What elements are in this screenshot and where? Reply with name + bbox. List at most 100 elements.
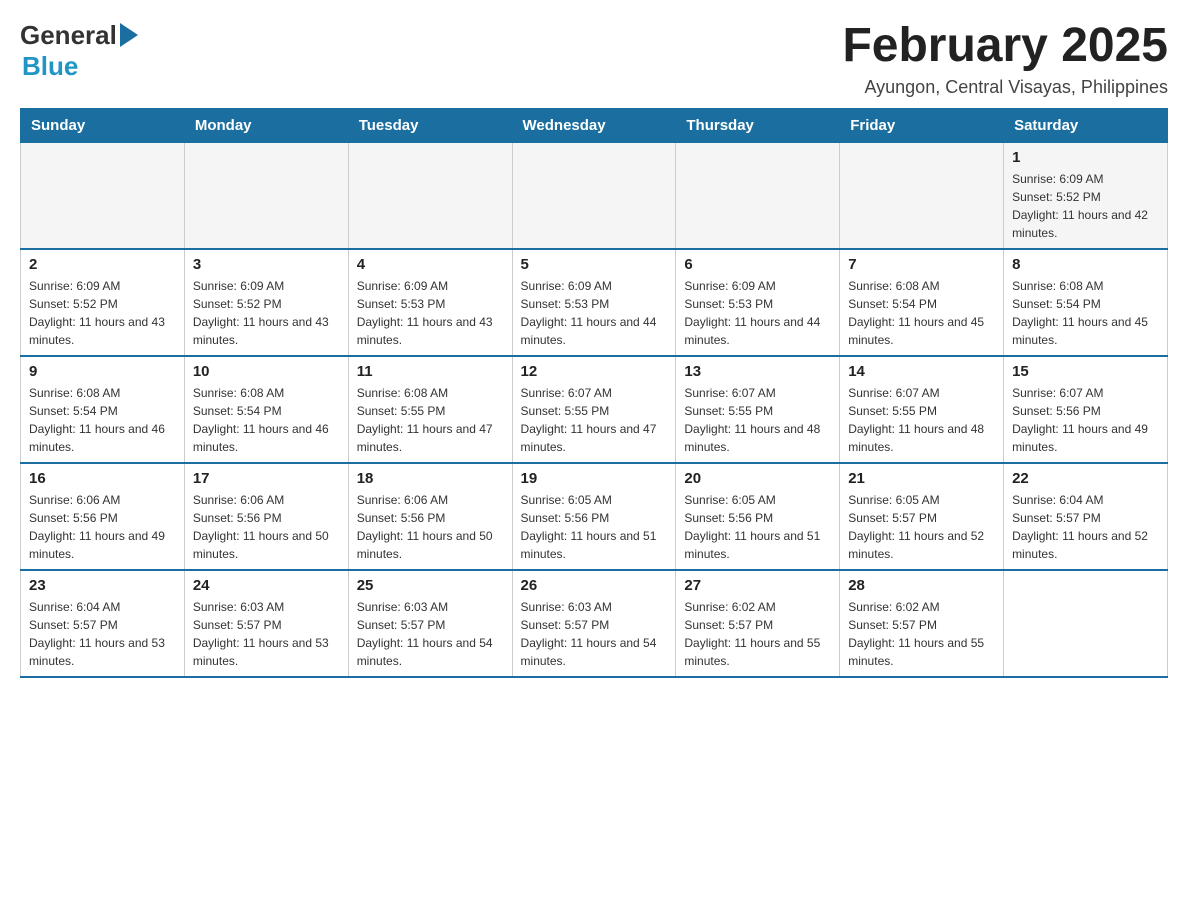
calendar-week-1: 1 Sunrise: 6:09 AM Sunset: 5:52 PM Daylig… (21, 142, 1168, 249)
day-info: Sunrise: 6:06 AM Sunset: 5:56 PM Dayligh… (29, 491, 176, 563)
day-number: 23 (29, 577, 176, 594)
location-title: Ayungon, Central Visayas, Philippines (842, 77, 1168, 98)
calendar-cell: 8 Sunrise: 6:08 AM Sunset: 5:54 PM Daylig… (1004, 249, 1168, 356)
day-number: 28 (848, 577, 995, 594)
day-info: Sunrise: 6:08 AM Sunset: 5:54 PM Dayligh… (193, 384, 340, 456)
calendar-cell: 9 Sunrise: 6:08 AM Sunset: 5:54 PM Daylig… (21, 356, 185, 463)
calendar-cell: 22Sunrise: 6:04 AM Sunset: 5:57 PM Dayli… (1004, 463, 1168, 570)
title-block: February 2025 Ayungon, Central Visayas, … (842, 20, 1168, 98)
day-number: 3 (193, 256, 340, 273)
calendar-cell: 15 Sunrise: 6:07 AM Sunset: 5:56 PM Dayli… (1004, 356, 1168, 463)
day-number: 25 (357, 577, 504, 594)
calendar-cell: 6 Sunrise: 6:09 AM Sunset: 5:53 PM Daylig… (676, 249, 840, 356)
calendar-cell (676, 142, 840, 249)
day-info: Sunrise: 6:06 AM Sunset: 5:56 PM Dayligh… (193, 491, 340, 563)
day-number: 15 (1012, 363, 1159, 380)
day-number: 27 (684, 577, 831, 594)
logo-blue-text: Blue (22, 51, 78, 81)
day-number: 16 (29, 470, 176, 487)
day-number: 8 (1012, 256, 1159, 273)
calendar-cell: 3 Sunrise: 6:09 AM Sunset: 5:52 PM Daylig… (184, 249, 348, 356)
calendar-cell: 26 Sunrise: 6:03 AM Sunset: 5:57 PM Dayli… (512, 570, 676, 677)
month-title: February 2025 (842, 20, 1168, 73)
day-number: 17 (193, 470, 340, 487)
calendar-week-3: 9 Sunrise: 6:08 AM Sunset: 5:54 PM Daylig… (21, 356, 1168, 463)
calendar-header-row: SundayMondayTuesdayWednesdayThursdayFrid… (21, 108, 1168, 142)
calendar-cell: 2 Sunrise: 6:09 AM Sunset: 5:52 PM Daylig… (21, 249, 185, 356)
day-info: Sunrise: 6:08 AM Sunset: 5:55 PM Dayligh… (357, 384, 504, 456)
calendar-cell (348, 142, 512, 249)
day-number: 1 (1012, 149, 1159, 166)
day-number: 7 (848, 256, 995, 273)
calendar-cell: 25 Sunrise: 6:03 AM Sunset: 5:57 PM Dayli… (348, 570, 512, 677)
day-info: Sunrise: 6:04 AM Sunset: 5:57 PM Dayligh… (29, 598, 176, 670)
day-info: Sunrise: 6:05 AM Sunset: 5:56 PM Dayligh… (684, 491, 831, 563)
calendar-cell (512, 142, 676, 249)
calendar-cell: 17 Sunrise: 6:06 AM Sunset: 5:56 PM Dayli… (184, 463, 348, 570)
day-number: 13 (684, 363, 831, 380)
calendar-table: SundayMondayTuesdayWednesdayThursdayFrid… (20, 108, 1168, 678)
day-number: 24 (193, 577, 340, 594)
calendar-cell: 4Sunrise: 6:09 AM Sunset: 5:53 PM Daylig… (348, 249, 512, 356)
calendar-cell: 18Sunrise: 6:06 AM Sunset: 5:56 PM Dayli… (348, 463, 512, 570)
day-header-saturday: Saturday (1004, 108, 1168, 142)
day-info: Sunrise: 6:04 AM Sunset: 5:57 PM Dayligh… (1012, 491, 1159, 563)
day-number: 2 (29, 256, 176, 273)
page-header: General Blue February 2025 Ayungon, Cent… (20, 20, 1168, 98)
day-number: 19 (521, 470, 668, 487)
calendar-cell: 19Sunrise: 6:05 AM Sunset: 5:56 PM Dayli… (512, 463, 676, 570)
day-number: 26 (521, 577, 668, 594)
calendar-cell: 28 Sunrise: 6:02 AM Sunset: 5:57 PM Dayli… (840, 570, 1004, 677)
day-info: Sunrise: 6:05 AM Sunset: 5:57 PM Dayligh… (848, 491, 995, 563)
day-number: 5 (521, 256, 668, 273)
day-info: Sunrise: 6:02 AM Sunset: 5:57 PM Dayligh… (684, 598, 831, 670)
calendar-cell: 24 Sunrise: 6:03 AM Sunset: 5:57 PM Dayli… (184, 570, 348, 677)
calendar-cell: 1 Sunrise: 6:09 AM Sunset: 5:52 PM Daylig… (1004, 142, 1168, 249)
calendar-cell: 20 Sunrise: 6:05 AM Sunset: 5:56 PM Dayli… (676, 463, 840, 570)
calendar-cell: 7Sunrise: 6:08 AM Sunset: 5:54 PM Daylig… (840, 249, 1004, 356)
day-info: Sunrise: 6:09 AM Sunset: 5:53 PM Dayligh… (521, 277, 668, 349)
day-info: Sunrise: 6:09 AM Sunset: 5:52 PM Dayligh… (29, 277, 176, 349)
calendar-cell (184, 142, 348, 249)
calendar-cell: 21Sunrise: 6:05 AM Sunset: 5:57 PM Dayli… (840, 463, 1004, 570)
day-info: Sunrise: 6:07 AM Sunset: 5:55 PM Dayligh… (848, 384, 995, 456)
day-info: Sunrise: 6:09 AM Sunset: 5:53 PM Dayligh… (684, 277, 831, 349)
day-header-tuesday: Tuesday (348, 108, 512, 142)
day-info: Sunrise: 6:08 AM Sunset: 5:54 PM Dayligh… (1012, 277, 1159, 349)
day-header-friday: Friday (840, 108, 1004, 142)
day-info: Sunrise: 6:09 AM Sunset: 5:52 PM Dayligh… (1012, 170, 1159, 242)
calendar-week-4: 16 Sunrise: 6:06 AM Sunset: 5:56 PM Dayli… (21, 463, 1168, 570)
day-info: Sunrise: 6:02 AM Sunset: 5:57 PM Dayligh… (848, 598, 995, 670)
day-number: 12 (521, 363, 668, 380)
calendar-cell: 16 Sunrise: 6:06 AM Sunset: 5:56 PM Dayli… (21, 463, 185, 570)
day-number: 6 (684, 256, 831, 273)
day-header-sunday: Sunday (21, 108, 185, 142)
day-info: Sunrise: 6:03 AM Sunset: 5:57 PM Dayligh… (521, 598, 668, 670)
day-number: 14 (848, 363, 995, 380)
day-number: 20 (684, 470, 831, 487)
day-info: Sunrise: 6:06 AM Sunset: 5:56 PM Dayligh… (357, 491, 504, 563)
day-info: Sunrise: 6:09 AM Sunset: 5:52 PM Dayligh… (193, 277, 340, 349)
day-info: Sunrise: 6:03 AM Sunset: 5:57 PM Dayligh… (193, 598, 340, 670)
calendar-cell: 14 Sunrise: 6:07 AM Sunset: 5:55 PM Dayli… (840, 356, 1004, 463)
day-info: Sunrise: 6:07 AM Sunset: 5:56 PM Dayligh… (1012, 384, 1159, 456)
calendar-cell: 5 Sunrise: 6:09 AM Sunset: 5:53 PM Daylig… (512, 249, 676, 356)
calendar-cell: 23 Sunrise: 6:04 AM Sunset: 5:57 PM Dayli… (21, 570, 185, 677)
calendar-week-5: 23 Sunrise: 6:04 AM Sunset: 5:57 PM Dayli… (21, 570, 1168, 677)
day-info: Sunrise: 6:07 AM Sunset: 5:55 PM Dayligh… (521, 384, 668, 456)
day-header-monday: Monday (184, 108, 348, 142)
day-header-thursday: Thursday (676, 108, 840, 142)
calendar-cell: 10 Sunrise: 6:08 AM Sunset: 5:54 PM Dayli… (184, 356, 348, 463)
logo-general-text: General (20, 20, 117, 51)
day-info: Sunrise: 6:07 AM Sunset: 5:55 PM Dayligh… (684, 384, 831, 456)
day-info: Sunrise: 6:03 AM Sunset: 5:57 PM Dayligh… (357, 598, 504, 670)
logo-triangle-icon (120, 23, 138, 47)
calendar-cell: 27 Sunrise: 6:02 AM Sunset: 5:57 PM Dayli… (676, 570, 840, 677)
day-number: 9 (29, 363, 176, 380)
calendar-cell: 13 Sunrise: 6:07 AM Sunset: 5:55 PM Dayli… (676, 356, 840, 463)
day-info: Sunrise: 6:08 AM Sunset: 5:54 PM Dayligh… (29, 384, 176, 456)
day-info: Sunrise: 6:09 AM Sunset: 5:53 PM Dayligh… (357, 277, 504, 349)
day-number: 11 (357, 363, 504, 380)
calendar-week-2: 2 Sunrise: 6:09 AM Sunset: 5:52 PM Daylig… (21, 249, 1168, 356)
day-number: 10 (193, 363, 340, 380)
